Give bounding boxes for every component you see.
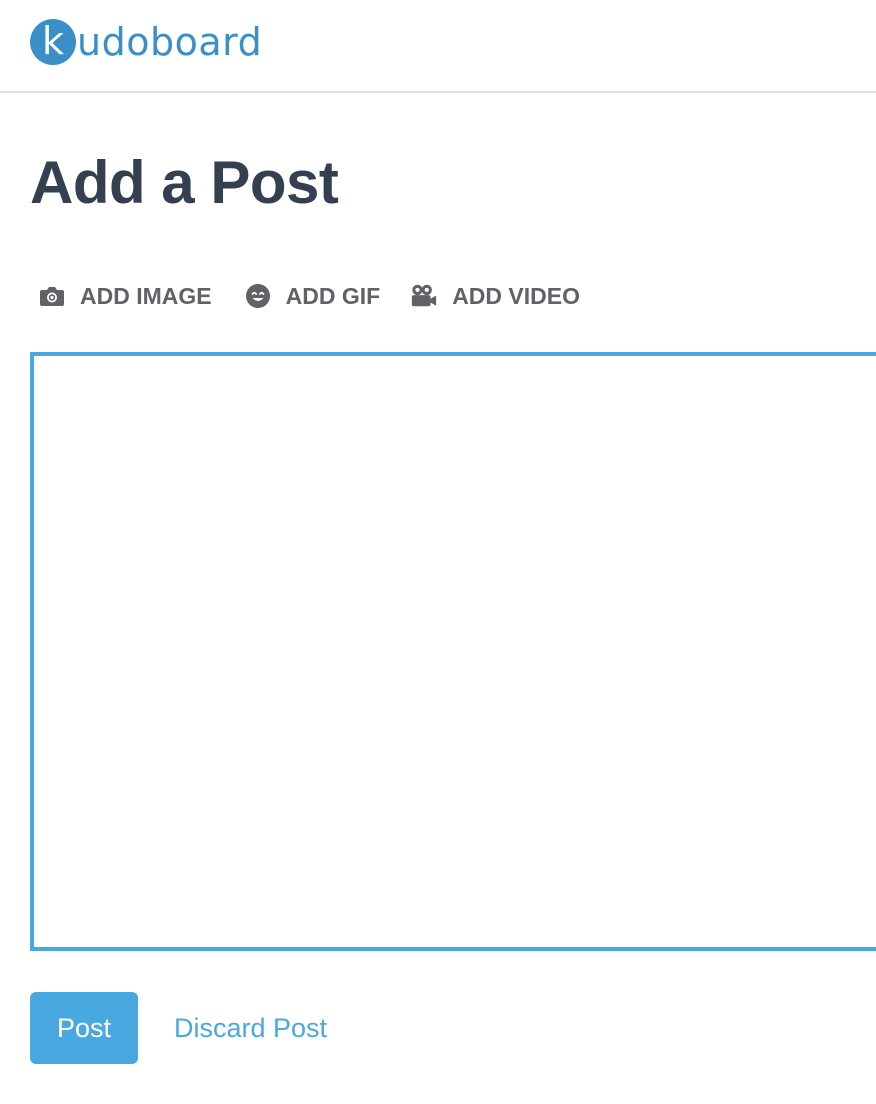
media-toolbar: ADD IMAGE ADD GIF ADD VIDEO [38, 280, 580, 312]
video-camera-icon [410, 282, 438, 310]
page-title: Add a Post [30, 149, 339, 216]
add-image-button[interactable]: ADD IMAGE [38, 282, 212, 310]
add-image-label: ADD IMAGE [80, 282, 212, 309]
smiley-icon [244, 282, 272, 310]
add-video-button[interactable]: ADD VIDEO [410, 282, 580, 310]
top-header: k udoboard [0, 0, 876, 93]
camera-icon [38, 282, 66, 310]
add-gif-button[interactable]: ADD GIF [244, 282, 381, 310]
post-editor[interactable] [30, 352, 876, 951]
discard-post-link[interactable]: Discard Post [174, 1010, 327, 1046]
post-button[interactable]: Post [30, 992, 138, 1064]
logo-wordmark: udoboard [77, 20, 263, 64]
logo-badge: k [30, 19, 76, 65]
add-gif-label: ADD GIF [285, 282, 381, 309]
add-video-label: ADD VIDEO [452, 282, 580, 309]
kudoboard-logo[interactable]: k udoboard [30, 18, 262, 66]
